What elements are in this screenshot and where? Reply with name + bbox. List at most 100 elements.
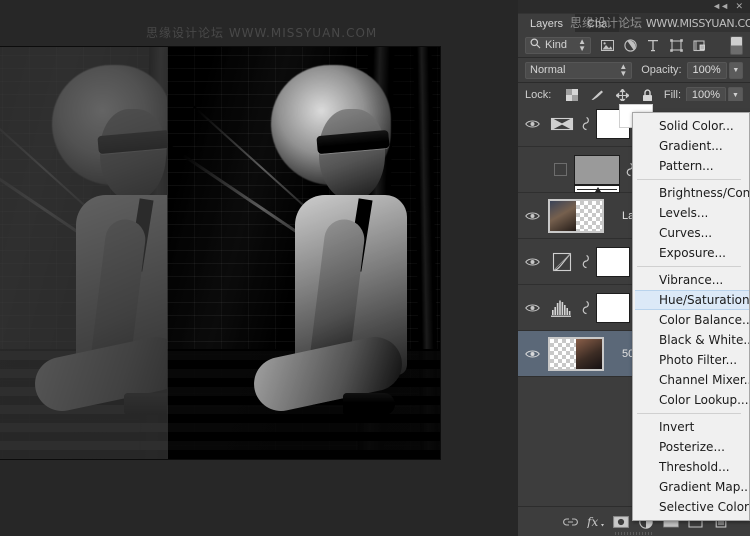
opacity-dropdown-arrow[interactable]: ▼ — [729, 62, 743, 79]
menu-item-curves[interactable]: Curves... — [633, 223, 749, 243]
canvas-watermark: 思缘设计论坛 WWW.MISSYUAN.COM — [146, 24, 377, 41]
menu-item-levels[interactable]: Levels... — [633, 203, 749, 223]
menu-separator — [637, 179, 741, 180]
menu-item-invert[interactable]: Invert — [633, 417, 749, 437]
chevron-updown-icon[interactable]: ▲▼ — [578, 38, 586, 52]
canvas-after-pane — [167, 47, 440, 459]
pixel-layer-filter-icon[interactable] — [600, 38, 614, 52]
visibility-off-box — [554, 163, 567, 176]
model-shoe — [343, 393, 395, 415]
layer-visibility-toggle[interactable] — [518, 331, 546, 376]
smart-object-filter-icon[interactable] — [692, 38, 706, 52]
layer-style-fx-icon[interactable]: fx — [583, 507, 608, 536]
svg-text:fx: fx — [587, 515, 598, 528]
menu-item-hue-saturation[interactable]: Hue/Saturation... — [633, 290, 749, 310]
canvas-before-pane — [0, 47, 167, 459]
chevron-updown-icon[interactable]: ▲▼ — [619, 63, 627, 77]
photo-thumbnail[interactable] — [548, 199, 604, 233]
gradient-map-icon[interactable] — [548, 110, 576, 138]
opacity-label: Opacity: — [641, 64, 681, 76]
menu-item-solid-color[interactable]: Solid Color... — [633, 116, 749, 136]
filter-type-icons[interactable] — [600, 38, 706, 52]
filter-enable-toggle[interactable] — [730, 36, 743, 55]
tab-layers[interactable]: Layers — [518, 14, 575, 33]
opacity-input[interactable]: 100% — [687, 62, 727, 79]
blend-mode-value: Normal — [530, 64, 565, 76]
thumbnail-transparency-part — [576, 201, 602, 231]
watermark-chinese: 思缘设计论坛 — [570, 16, 642, 30]
mask-link-icon[interactable] — [576, 116, 596, 131]
gradient-fill-icon[interactable] — [574, 155, 620, 185]
before-image — [0, 47, 167, 459]
after-image — [167, 47, 440, 459]
new-adjustment-layer-menu[interactable]: Solid Color... Gradient... Pattern... Br… — [632, 112, 750, 521]
type-layer-filter-icon[interactable] — [646, 38, 660, 52]
layer-visibility-toggle[interactable] — [518, 193, 546, 238]
collapse-panel-icon[interactable]: ◄◄ — [712, 1, 728, 12]
menu-separator — [637, 266, 741, 267]
layer-mask-thumbnail[interactable] — [596, 247, 630, 277]
lock-label: Lock: — [525, 89, 551, 101]
menu-item-exposure[interactable]: Exposure... — [633, 243, 749, 263]
menu-item-posterize[interactable]: Posterize... — [633, 437, 749, 457]
menu-item-threshold[interactable]: Threshold... — [633, 457, 749, 477]
filter-kind-value: Kind — [545, 39, 567, 51]
menu-item-vibrance[interactable]: Vibrance... — [633, 270, 749, 290]
thumbnail-image-part — [576, 339, 602, 369]
gradient-scale-bar — [574, 185, 620, 193]
menu-item-photo-filter[interactable]: Photo Filter... — [633, 350, 749, 370]
adjustment-layer-filter-icon[interactable] — [623, 38, 637, 52]
menu-left-rail — [633, 113, 635, 520]
model-face — [100, 109, 166, 201]
close-panel-icon[interactable]: ✕ — [735, 1, 743, 12]
photoshop-window: 思缘设计论坛 WWW.MISSYUAN.COM ◄◄ ✕ Layers Cha … — [0, 0, 750, 536]
tabstrip-underline — [518, 32, 750, 33]
layer-mask-thumbnail[interactable] — [596, 293, 630, 323]
menu-item-gradient[interactable]: Gradient... — [633, 136, 749, 156]
layer-visibility-toggle[interactable] — [518, 239, 546, 284]
photo-thumbnail[interactable] — [548, 337, 604, 371]
model-face — [319, 109, 385, 201]
thumbnail-image-part — [550, 201, 576, 231]
menu-item-black-and-white[interactable]: Black & White... — [633, 330, 749, 350]
menu-item-color-lookup[interactable]: Color Lookup... — [633, 390, 749, 410]
menu-item-channel-mixer[interactable]: Channel Mixer... — [633, 370, 749, 390]
panel-titlebar: ◄◄ ✕ — [518, 0, 750, 13]
gradient-stop-marker — [595, 187, 601, 192]
panel-tabstrip[interactable]: Layers Cha 思缘设计论坛 WWW.MISSYUAN.COM — [518, 13, 750, 33]
document-canvas-area[interactable]: 思缘设计论坛 WWW.MISSYUAN.COM — [0, 0, 518, 536]
menu-separator — [637, 413, 741, 414]
layer-visibility-toggle[interactable] — [518, 101, 546, 146]
mask-link-icon[interactable] — [576, 254, 596, 269]
blend-mode-row[interactable]: Normal ▲▼ Opacity: 100% ▼ — [518, 58, 750, 83]
menu-item-gradient-map[interactable]: Gradient Map... — [633, 477, 749, 497]
fill-label: Fill: — [664, 89, 681, 101]
filter-kind-dropdown[interactable]: Kind ▲▼ — [525, 37, 591, 54]
blend-mode-dropdown[interactable]: Normal ▲▼ — [525, 62, 632, 79]
menu-item-selective-color[interactable]: Selective Color... — [633, 497, 749, 517]
layer-filter-row[interactable]: Kind ▲▼ — [518, 33, 750, 58]
layer-visibility-toggle[interactable] — [518, 285, 546, 330]
mask-link-icon[interactable] — [576, 300, 596, 315]
levels-icon[interactable] — [548, 294, 576, 322]
menu-item-brightness-contrast[interactable]: Brightness/Cont — [633, 183, 749, 203]
menu-item-color-balance[interactable]: Color Balance... — [633, 310, 749, 330]
lock-image-pixels-icon[interactable] — [590, 88, 604, 102]
link-layers-icon[interactable] — [558, 507, 583, 536]
panel-watermark: 思缘设计论坛 WWW.MISSYUAN.COM — [570, 14, 750, 32]
document-window[interactable] — [0, 47, 440, 459]
lock-position-icon[interactable] — [615, 88, 629, 102]
lock-buttons[interactable] — [565, 88, 654, 102]
model-shoe — [124, 393, 167, 415]
watermark-url: WWW.MISSYUAN.COM — [646, 17, 750, 30]
visibility-off-placeholder[interactable] — [546, 147, 574, 192]
search-icon — [530, 38, 541, 52]
lock-transparent-pixels-icon[interactable] — [565, 88, 579, 102]
thumbnail-transparency-part — [550, 339, 576, 369]
menu-item-pattern[interactable]: Pattern... — [633, 156, 749, 176]
curves-icon[interactable] — [548, 248, 576, 276]
panel-resize-grip[interactable] — [615, 532, 653, 535]
before-after-divider — [167, 47, 168, 459]
lock-all-icon[interactable] — [640, 88, 654, 102]
shape-layer-filter-icon[interactable] — [669, 38, 683, 52]
